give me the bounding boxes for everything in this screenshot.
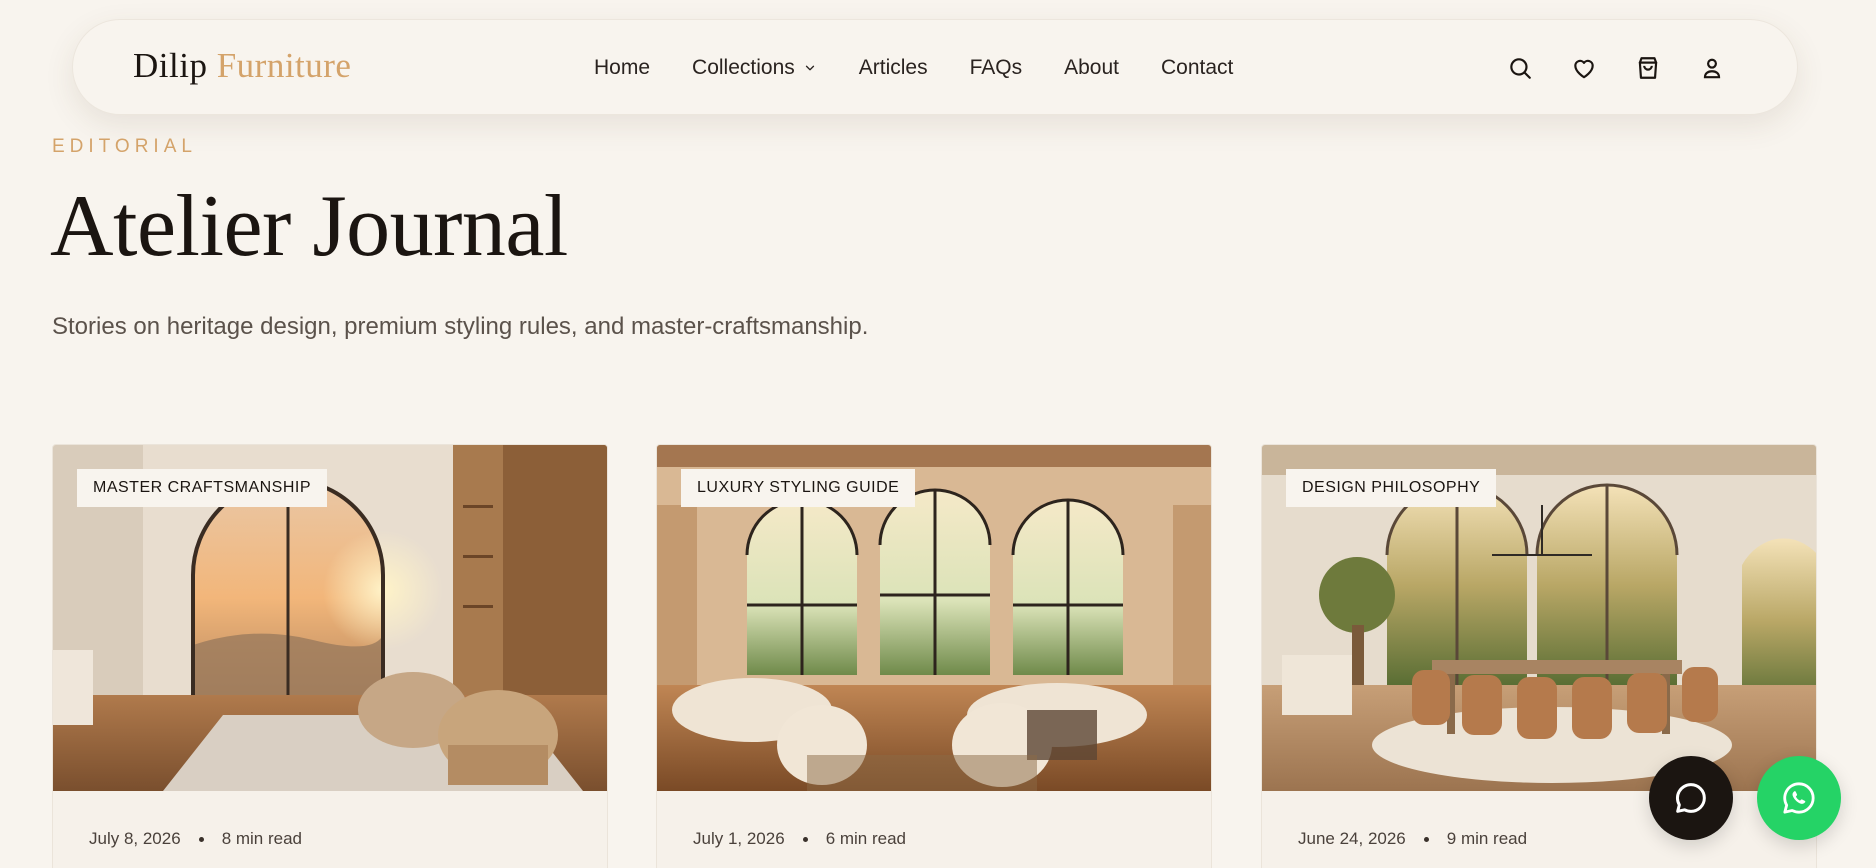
heart-icon (1574, 59, 1594, 79)
brand-logo[interactable]: Dilip Furniture (133, 46, 351, 86)
nav-item-about[interactable]: About (1064, 56, 1119, 80)
nav-label: Articles (858, 56, 928, 79)
brand-name-primary: Dilip (133, 46, 208, 85)
nav-item-contact[interactable]: Contact (1161, 56, 1233, 80)
article-meta: July 1, 2026 6 min read (693, 829, 906, 849)
nav-item-faqs[interactable]: FAQs (970, 56, 1023, 80)
account-button[interactable] (1698, 54, 1726, 82)
chat-button[interactable] (1649, 756, 1733, 840)
search-button[interactable] (1506, 54, 1534, 82)
article-date: July 8, 2026 (89, 829, 181, 848)
nav-item-home[interactable]: Home (594, 56, 650, 80)
nav-label: FAQs (969, 56, 1023, 79)
whatsapp-icon (1783, 782, 1815, 814)
category-tag[interactable]: MASTER CRAFTSMANSHIP (77, 469, 328, 507)
page-subtitle: Stories on heritage design, premium styl… (52, 313, 869, 340)
nav-item-articles[interactable]: Articles (859, 56, 928, 80)
separator-dot (198, 836, 204, 842)
chat-bubble-icon (1676, 783, 1706, 813)
page-title: Atelier Journal (50, 178, 568, 275)
header-actions (1506, 20, 1726, 116)
wishlist-button[interactable] (1570, 54, 1598, 82)
article-card[interactable]: DESIGN PHILOSOPHY June 24, 2026 9 min re… (1261, 444, 1817, 868)
nav-item-collections[interactable]: Collections (692, 56, 817, 80)
nav-label: Contact (1161, 56, 1234, 79)
read-time: 8 min read (221, 829, 303, 848)
article-meta: July 8, 2026 8 min read (89, 829, 302, 849)
nav-label: Home (594, 56, 651, 79)
nav-label: Collections (692, 56, 795, 79)
site-header: Dilip Furniture Home Collections Article… (72, 19, 1798, 115)
article-card[interactable]: LUXURY STYLING GUIDE July 1, 2026 6 min … (656, 444, 1212, 868)
section-eyebrow: EDITORIAL (52, 136, 197, 157)
article-card[interactable]: MASTER CRAFTSMANSHIP July 8, 2026 8 min … (52, 444, 608, 868)
category-tag[interactable]: DESIGN PHILOSOPHY (1286, 469, 1497, 507)
article-meta: June 24, 2026 9 min read (1298, 829, 1527, 849)
cart-button[interactable] (1634, 54, 1662, 82)
read-time: 6 min read (825, 829, 907, 848)
nav-label: About (1064, 56, 1120, 79)
article-date: June 24, 2026 (1298, 829, 1406, 848)
separator-dot (802, 836, 808, 842)
category-tag[interactable]: LUXURY STYLING GUIDE (681, 469, 916, 507)
search-icon (1510, 58, 1531, 79)
bag-icon (1638, 57, 1658, 79)
main-nav: Home Collections Articles FAQs About Con… (594, 20, 1233, 116)
article-date: July 1, 2026 (693, 829, 785, 848)
whatsapp-button[interactable] (1757, 756, 1841, 840)
separator-dot (1423, 836, 1429, 842)
read-time: 9 min read (1446, 829, 1528, 848)
chevron-down-icon (805, 65, 814, 71)
brand-name-accent: Furniture (216, 46, 352, 85)
user-icon (1703, 58, 1721, 79)
